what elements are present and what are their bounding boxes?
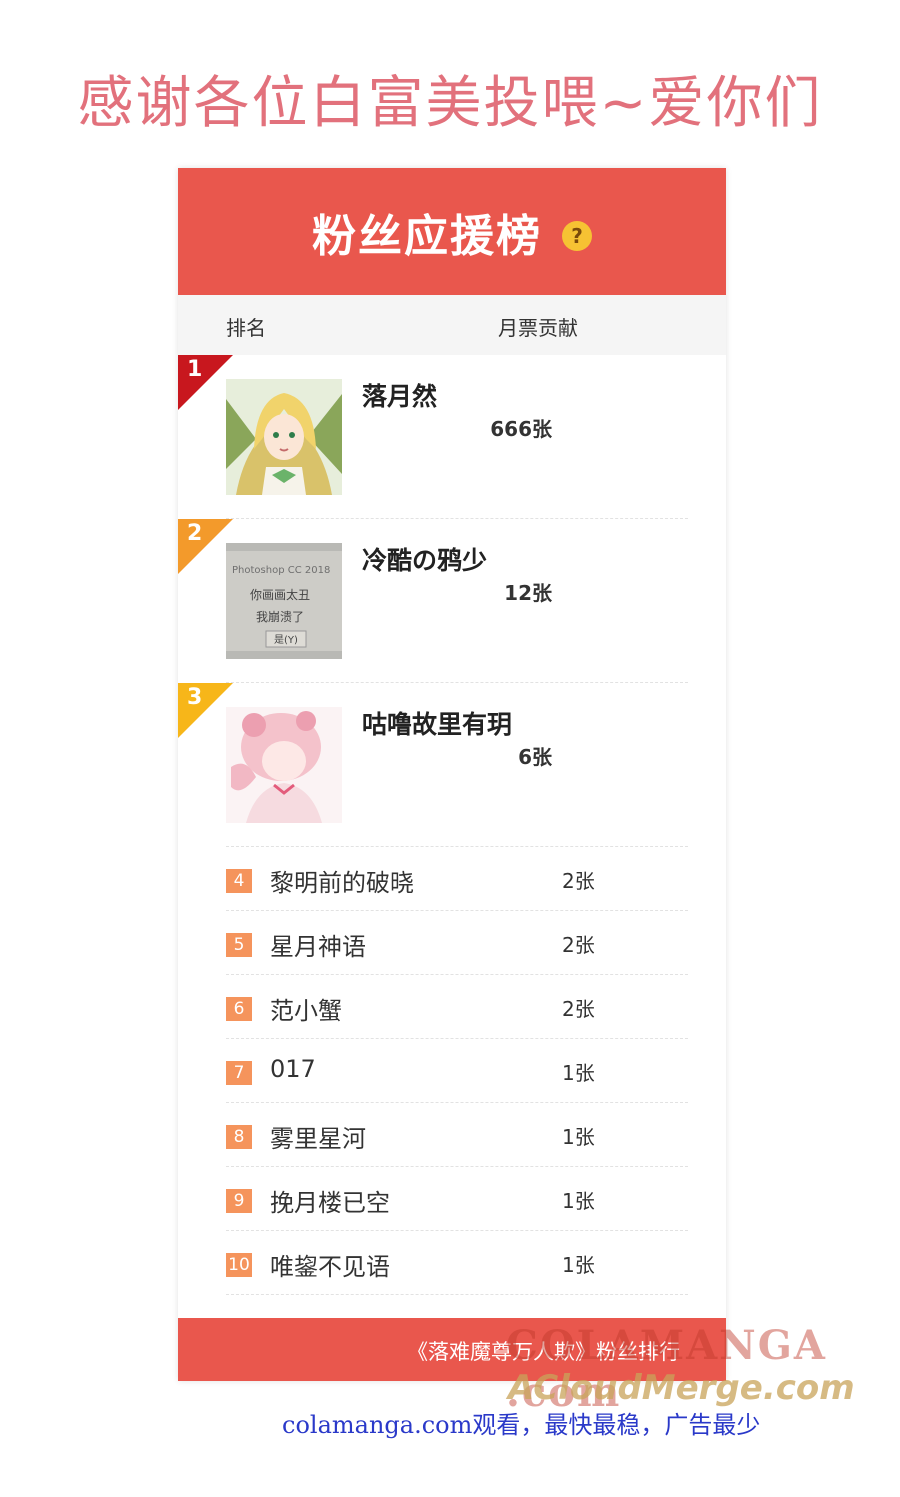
rank-column-label: 排名: [226, 316, 266, 340]
fan-name[interactable]: 017: [270, 1055, 316, 1083]
ranking-row-2[interactable]: 2 Photoshop CC 2018 你画画太丑 我崩溃了 是(Y) 冷酷の鸦…: [178, 519, 726, 683]
fan-votes: 2张: [562, 869, 595, 893]
rank-badge: 4: [226, 869, 252, 893]
ranking-row-5[interactable]: 5 星月神语 2张: [178, 911, 726, 975]
fan-votes: 6张: [518, 745, 552, 769]
rank-badge: 10: [226, 1253, 252, 1277]
rank-number: 1: [187, 357, 203, 382]
photoshop-dialog-photo-avatar[interactable]: Photoshop CC 2018 你画画太丑 我崩溃了 是(Y): [226, 543, 342, 659]
ranking-row-7[interactable]: 7 017 1张: [178, 1039, 726, 1103]
ranking-banner: 粉丝应援榜 ?: [178, 168, 726, 295]
rank-badge: 9: [226, 1189, 252, 1213]
ranking-row-8[interactable]: 8 雾里星河 1张: [178, 1103, 726, 1167]
ranking-title: 粉丝应援榜: [312, 210, 542, 262]
avatar-dialog-button: 是(Y): [274, 634, 298, 646]
fan-votes: 1张: [562, 1125, 595, 1149]
rank-badge: 7: [226, 1061, 252, 1085]
help-icon[interactable]: ?: [562, 220, 592, 251]
fan-name[interactable]: 冷酷の鸦少: [362, 541, 487, 577]
fan-ranking-card: 粉丝应援榜 ? 排名 月票贡献 1 落月然 666张 2 Photoshop C…: [178, 168, 726, 1381]
avatar-dialog-title: Photoshop CC 2018: [232, 565, 330, 576]
ranking-row-10[interactable]: 10 唯鋆不见语 1张: [178, 1231, 726, 1295]
avatar-dialog-line-1: 你画画太丑: [250, 587, 310, 602]
rank-badge: 5: [226, 933, 252, 957]
fan-votes: 1张: [562, 1189, 595, 1213]
ranking-row-3[interactable]: 3 咕噜故里有玥 6张: [178, 683, 726, 847]
fan-votes: 1张: [562, 1253, 595, 1277]
pink-anime-girl-avatar[interactable]: [226, 707, 342, 823]
fan-name[interactable]: 咕噜故里有玥: [362, 705, 512, 741]
watermark-acloudmerge: ACloudMerge.com: [508, 1368, 855, 1408]
fan-votes: 666张: [490, 417, 552, 441]
avatar-dialog-line-2: 我崩溃了: [256, 610, 304, 624]
green-haired-fairy-avatar[interactable]: [226, 379, 342, 495]
ranking-row-4[interactable]: 4 黎明前的破晓 2张: [178, 847, 726, 911]
fan-votes: 1张: [562, 1061, 595, 1085]
fan-name[interactable]: 星月神语: [270, 927, 366, 962]
fan-name[interactable]: 范小蟹: [270, 991, 342, 1026]
rank-badge: 8: [226, 1125, 252, 1149]
rank-badge: 6: [226, 997, 252, 1021]
ranking-row-9[interactable]: 9 挽月楼已空 1张: [178, 1167, 726, 1231]
row-divider: [226, 1294, 688, 1295]
fan-name[interactable]: 挽月楼已空: [270, 1183, 390, 1218]
rank-number: 3: [187, 685, 203, 710]
fan-votes: 12张: [504, 581, 552, 605]
fan-name[interactable]: 雾里星河: [270, 1119, 366, 1154]
fan-votes: 2张: [562, 997, 595, 1021]
column-header: 排名 月票贡献: [178, 295, 726, 355]
fan-name[interactable]: 落月然: [362, 377, 437, 413]
fan-name[interactable]: 黎明前的破晓: [270, 863, 414, 898]
thanks-heading: 感谢各位白富美投喂~爱你们: [77, 71, 823, 136]
site-notice: colamanga.com观看，最快最稳，广告最少: [282, 1411, 761, 1439]
rank-number: 2: [187, 521, 203, 546]
ranking-row-1[interactable]: 1 落月然 666张: [178, 355, 726, 519]
votes-column-label: 月票贡献: [498, 316, 578, 340]
fan-votes: 2张: [562, 933, 595, 957]
fan-name[interactable]: 唯鋆不见语: [270, 1247, 390, 1282]
ranking-row-6[interactable]: 6 范小蟹 2张: [178, 975, 726, 1039]
